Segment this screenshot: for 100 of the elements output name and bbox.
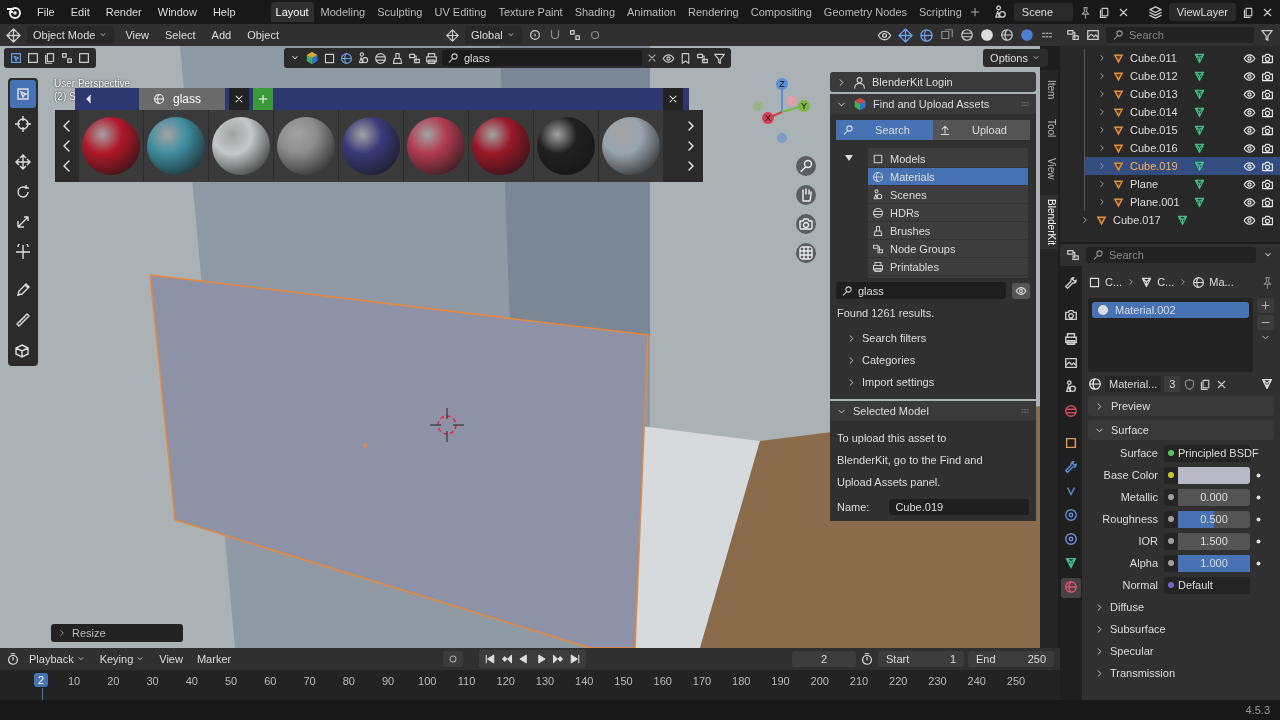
search-tab[interactable]: glass (139, 88, 225, 110)
properties-panel-header[interactable]: Preview (1088, 396, 1274, 416)
camera-icon[interactable] (1261, 177, 1274, 191)
negative-axis-handle[interactable] (753, 101, 763, 111)
workspace-tab[interactable]: Shading (569, 2, 621, 22)
asset-type-item[interactable]: HDRs (868, 204, 1028, 222)
menu-item[interactable]: Add (206, 27, 237, 43)
asset-type-item[interactable]: Materials (868, 168, 1028, 186)
outliner-row[interactable]: Cube.011 (1085, 49, 1280, 67)
material-thumbnail[interactable] (599, 110, 664, 182)
eye-icon[interactable] (1243, 177, 1256, 191)
prev-keyframe-icon[interactable] (500, 653, 513, 665)
asset-type-item[interactable]: Scenes (868, 186, 1028, 204)
find-panel-header[interactable]: Find and Upload Assets (830, 94, 1036, 114)
properties-search-field[interactable]: Search (1086, 247, 1256, 263)
material-type-icon[interactable] (340, 51, 353, 65)
camera-icon[interactable] (1261, 123, 1274, 137)
menu-item[interactable]: Keying (94, 651, 151, 667)
outliner-row[interactable]: Cube.015 (1085, 121, 1280, 139)
options-dropdown[interactable]: Options (983, 49, 1048, 67)
rendered-icon[interactable] (1020, 28, 1034, 42)
eye-icon[interactable] (1243, 195, 1256, 209)
keyframe-dot-icon[interactable] (1256, 516, 1261, 522)
asset-type-item[interactable]: Printables (868, 258, 1028, 276)
jump-end-icon[interactable] (568, 653, 581, 665)
outliner-row[interactable]: Cube.016 (1085, 139, 1280, 157)
eye-icon[interactable] (1243, 159, 1256, 173)
subpanel-header[interactable]: Subsurface (1088, 620, 1274, 638)
add-slot-button[interactable] (1257, 298, 1274, 313)
menu-item[interactable]: Select (160, 27, 201, 43)
outliner-row[interactable]: Cube.012 (1085, 67, 1280, 85)
nodes-type-icon[interactable] (408, 51, 421, 65)
blender-logo-icon[interactable] (6, 4, 22, 20)
menu-item[interactable]: View (154, 651, 188, 667)
brush-type-icon[interactable] (391, 51, 404, 65)
snap-icon[interactable] (567, 28, 582, 42)
sidebar-tab[interactable]: View (1040, 153, 1058, 184)
workspace-tab[interactable]: Sculpting (372, 2, 428, 22)
material-thumbnail[interactable] (534, 110, 599, 182)
subpanel-header[interactable]: Transmission (1088, 664, 1274, 682)
material-slot[interactable]: Material.002 (1092, 302, 1249, 318)
workspace-tab[interactable]: Scripting (914, 2, 967, 22)
negative-axis-handle[interactable] (787, 96, 797, 106)
keyframe-dot-icon[interactable] (1256, 494, 1261, 500)
asset-type-item[interactable]: Node Groups (868, 240, 1028, 258)
clear-search-icon[interactable] (646, 52, 658, 64)
outliner-row[interactable]: Cube.019 (1085, 157, 1280, 175)
blenderkit-logo-icon[interactable] (305, 51, 319, 65)
material-thumbnail[interactable] (404, 110, 469, 182)
eye-icon[interactable] (1243, 123, 1256, 137)
workspace-tab[interactable]: UV Editing (429, 2, 492, 22)
stopwatch-icon[interactable] (860, 652, 874, 666)
copy-icon[interactable] (1242, 5, 1255, 19)
orientation-dropdown[interactable]: Global (465, 26, 522, 44)
subpanel-header[interactable]: Specular (1088, 642, 1274, 660)
outliner-row[interactable]: Plane (1085, 175, 1280, 193)
subsection-header[interactable]: Categories (830, 349, 1036, 371)
last-operator-panel[interactable]: Resize (51, 624, 183, 642)
eye-icon[interactable] (662, 51, 675, 65)
mode-tab[interactable]: Search (836, 120, 933, 140)
axis-handle[interactable]: Y (781, 100, 810, 113)
workspace-tab[interactable]: Compositing (745, 2, 817, 22)
auto-key-button[interactable] (442, 651, 463, 667)
axis-handle[interactable]: Z (776, 78, 788, 113)
model-type-icon[interactable] (323, 51, 336, 65)
printable-type-icon[interactable] (425, 51, 438, 65)
browse-material-icon[interactable] (1088, 377, 1102, 391)
link-data-icon[interactable] (1260, 377, 1274, 391)
camera-icon[interactable] (1261, 195, 1274, 209)
eye-icon[interactable] (1243, 105, 1256, 119)
sidebar-tab[interactable]: BlenderKit (1040, 195, 1058, 250)
user-count[interactable]: 3 (1164, 376, 1181, 392)
close-bar-button[interactable] (663, 88, 683, 110)
scene-icon[interactable] (992, 4, 1008, 20)
menu-item[interactable]: Object (242, 27, 284, 43)
material-thumbnail[interactable] (79, 110, 144, 182)
current-frame-field[interactable]: 2 (792, 651, 856, 667)
scene-type-icon[interactable] (357, 51, 370, 65)
solid-icon[interactable] (980, 28, 994, 42)
asset-type-item[interactable]: Brushes (868, 222, 1028, 240)
select-tool-icon[interactable] (10, 80, 36, 108)
outliner-row[interactable]: Cube.017 (1060, 211, 1280, 229)
mode-dropdown[interactable]: Object Mode (27, 26, 115, 44)
value-slider[interactable]: 1.000 (1178, 554, 1250, 572)
end-frame-field[interactable]: End 250 (968, 651, 1054, 667)
workspace-tab[interactable]: Rendering (682, 2, 744, 22)
keyframe-dot-icon[interactable] (1256, 472, 1261, 478)
material-thumbnail[interactable] (274, 110, 339, 182)
sidebar-tab[interactable]: Tool (1040, 115, 1058, 142)
material-tab-icon[interactable] (1061, 578, 1081, 598)
material-thumbnail[interactable] (209, 110, 274, 182)
categories-icon[interactable] (696, 51, 709, 65)
camera-icon[interactable] (1261, 87, 1274, 101)
pivot-icon[interactable] (527, 28, 542, 42)
outliner-row[interactable]: Plane.001 (1085, 193, 1280, 211)
material-thumbnail[interactable] (469, 110, 534, 182)
play-reverse-icon[interactable] (517, 653, 530, 665)
workspace-tab[interactable]: Animation (622, 2, 681, 22)
asset-search-field[interactable]: glass (442, 50, 642, 66)
subpanel-header[interactable]: Diffuse (1088, 598, 1274, 616)
